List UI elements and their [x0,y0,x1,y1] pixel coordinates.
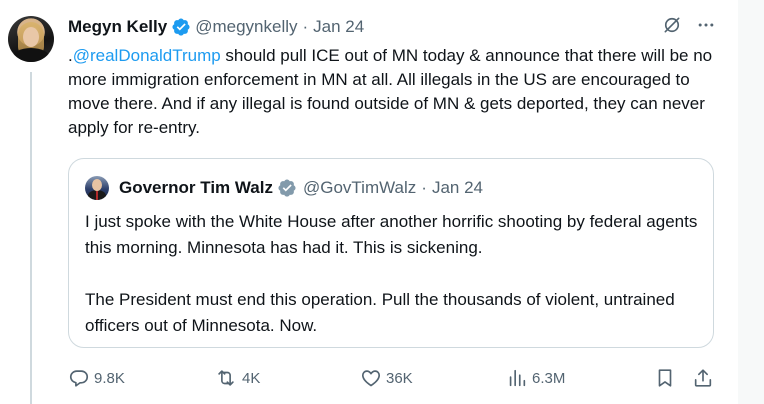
heart-icon [362,370,380,387]
like-button[interactable]: 36K [360,366,413,390]
quoted-paragraph-1: I just spoke with the White House after … [85,212,698,257]
reply-icon [69,370,89,387]
mention-link[interactable]: @realDonaldTrump [73,46,221,65]
author-name[interactable]: Megyn Kelly [68,17,167,37]
quoted-author-name[interactable]: Governor Tim Walz [119,178,273,198]
quoted-tweet-text: I just spoke with the White House after … [85,209,705,339]
repost-button[interactable]: 4K [214,366,260,390]
government-verified-badge-icon [277,178,297,198]
quoted-author-handle[interactable]: @GovTimWalz [303,178,416,198]
quoted-tweet-header: Governor Tim Walz @GovTimWalz · Jan 24 [119,177,483,199]
repost-icon [218,370,234,386]
grok-icon[interactable] [662,15,682,35]
repost-count: 4K [242,369,261,387]
share-icon [694,369,712,387]
tweet-text: .@realDonaldTrump should pull ICE out of… [68,44,728,140]
quoted-meta-separator: · [421,178,427,197]
tweet-header: Megyn Kelly @megynkelly · Jan 24 [68,15,364,39]
meta-separator: · [302,17,309,36]
like-count: 36K [386,369,413,387]
quoted-author-avatar[interactable] [85,176,109,200]
quoted-paragraph-2: The President must end this operation. P… [85,290,675,335]
share-button[interactable] [692,366,714,390]
views-button[interactable]: 6.3M [506,366,565,390]
quoted-tweet-card[interactable]: Governor Tim Walz @GovTimWalz · Jan 24 I… [68,158,714,348]
bookmark-button[interactable] [654,366,676,390]
more-options-icon[interactable] [696,15,716,35]
author-avatar[interactable] [8,16,54,62]
view-count: 6.3M [532,369,566,387]
verified-badge-icon [171,17,191,37]
reply-count: 9.8K [94,369,125,387]
tweet-action-bar: 9.8K 4K 36K 6.3M [68,366,718,390]
reply-button[interactable]: 9.8K [68,366,125,390]
tweet-date[interactable]: Jan 24 [313,17,364,37]
bookmark-icon [658,369,672,387]
quoted-tweet-date[interactable]: Jan 24 [432,178,483,198]
thread-line [30,72,32,404]
author-handle[interactable]: @megynkelly [195,17,297,37]
right-scroll-gutter [738,0,764,404]
views-chart-icon [509,369,526,387]
tweet-top-actions [662,15,716,35]
